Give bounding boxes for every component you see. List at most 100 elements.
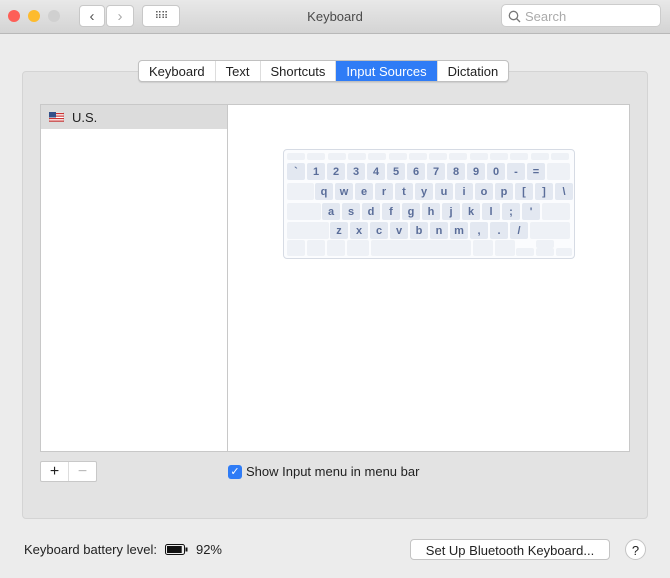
tab-keyboard[interactable]: Keyboard [139,61,216,81]
key: r [375,183,393,200]
blank-key [495,240,515,256]
setup-bluetooth-keyboard-button[interactable]: Set Up Bluetooth Keyboard... [410,539,610,560]
key: b [410,222,428,239]
blank-key [556,248,572,256]
key: ' [522,203,540,220]
search-placeholder: Search [525,9,567,24]
key: 2 [327,163,345,180]
blank-key [469,153,488,160]
key: 6 [407,163,425,180]
blank-key [536,248,554,256]
key: y [415,183,433,200]
list-item-label: U.S. [72,109,98,125]
key: - [507,163,525,180]
key: l [482,203,500,220]
blank-key [287,153,305,160]
key: m [450,222,468,239]
key: q [315,183,333,200]
blank-key [371,240,471,256]
blank-key [536,240,554,248]
blank-key [408,153,427,160]
search-icon [508,10,521,23]
blank-key [429,153,448,160]
key: [ [515,183,533,200]
keyboard-layout-preview: ` 1 2 3 4 5 6 7 8 9 0- = q w e r t y u i o p[] \ a s d f g h j k l; ' z x c… [283,149,575,259]
key: 5 [387,163,405,180]
key: \ [555,183,573,200]
blank-key [368,153,387,160]
key: h [422,203,440,220]
key: 1 [307,163,325,180]
list-item[interactable]: U.S. [41,105,227,129]
key: i [455,183,473,200]
blank-key [510,153,529,160]
key: d [362,203,380,220]
key: . [490,222,508,239]
blank-key [516,248,534,256]
key: w [335,183,353,200]
search-input[interactable]: Search [501,4,661,27]
remove-button[interactable]: − [69,462,96,481]
key: k [462,203,480,220]
add-remove-control: + − [40,461,97,482]
battery-label: Keyboard battery level: [24,542,157,557]
key: z [330,222,348,239]
key: s [342,203,360,220]
battery-status: Keyboard battery level: 92% [24,542,222,557]
blank-key [449,153,468,160]
blank-key [530,153,549,160]
tab-shortcuts[interactable]: Shortcuts [261,61,337,81]
key: t [395,183,413,200]
key: = [527,163,545,180]
checkmark-icon: ✓ [228,464,242,479]
key: 0 [487,163,505,180]
key: x [350,222,368,239]
blank-key [550,153,569,160]
help-button[interactable]: ? [625,539,646,560]
key: 8 [447,163,465,180]
add-button[interactable]: + [41,462,69,481]
battery-value: 92% [195,542,222,557]
key: o [475,183,493,200]
tab-dictation[interactable]: Dictation [438,61,509,81]
blank-key [530,222,570,239]
blank-key [490,153,508,160]
key: ` [287,163,305,180]
blank-key [307,240,325,256]
blank-key [547,163,570,180]
key: v [390,222,408,239]
key: ; [502,203,520,220]
key: , [470,222,488,239]
blank-key [307,153,326,160]
key: 3 [347,163,365,180]
key: j [442,203,460,220]
battery-icon [164,544,188,555]
title-bar: ‹ › ⠿⠿ Keyboard Search [0,0,670,34]
key: e [355,183,373,200]
key: 7 [427,163,445,180]
key: c [370,222,388,239]
blank-key [327,153,346,160]
key: f [382,203,400,220]
tab-bar: Keyboard Text Shortcuts Input Sources Di… [138,60,510,82]
blank-key [287,203,321,220]
key: ] [535,183,553,200]
input-sources-list: U.S. [40,104,228,452]
tab-text[interactable]: Text [216,61,261,81]
key: g [402,203,420,220]
blank-key [327,240,345,256]
us-flag-icon [49,112,64,122]
blank-key [287,222,329,239]
key: u [435,183,453,200]
blank-key [347,153,366,160]
blank-key [287,183,314,200]
blank-key [542,203,570,220]
key: 4 [367,163,385,180]
key: p [495,183,513,200]
key: 9 [467,163,485,180]
show-input-menu-checkbox[interactable]: ✓ Show Input menu in menu bar [228,464,419,479]
blank-key [473,240,493,256]
tab-input-sources[interactable]: Input Sources [336,61,438,81]
show-input-menu-label: Show Input menu in menu bar [246,464,420,479]
key: / [510,222,528,239]
